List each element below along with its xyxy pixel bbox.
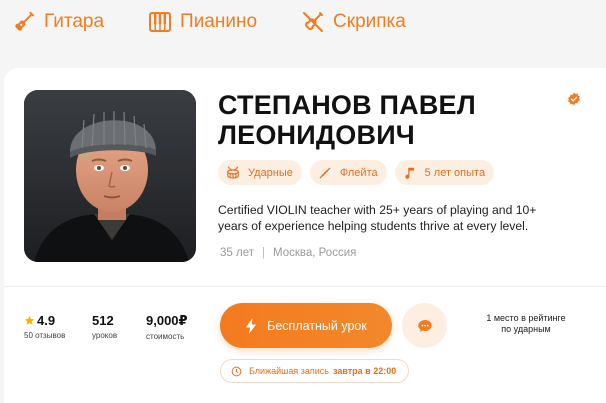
stat-lessons-value: 512 <box>92 313 114 328</box>
teacher-card: СТЕПАНОВ ПАВЕЛ ЛЕОНИДОВИЧ Ударные Флейта… <box>4 68 606 403</box>
meta-separator: | <box>261 247 265 259</box>
tab-piano-label: Пианино <box>180 11 258 32</box>
teacher-tags: Ударные Флейта 5 лет опыта <box>218 160 502 185</box>
free-lesson-button[interactable]: Бесплатный урок <box>220 303 392 348</box>
teacher-meta: 35 лет | Москва, Россия <box>220 247 356 259</box>
chat-bubble-icon <box>417 319 432 332</box>
stat-rating-label[interactable]: 50 отзывов <box>24 331 65 340</box>
tab-piano[interactable]: Пианино <box>148 10 257 34</box>
teacher-age: 35 лет <box>220 247 254 259</box>
star-icon <box>24 315 35 325</box>
guitar-icon <box>12 10 36 34</box>
ranking-info: 1 место в рейтинге по ударным <box>470 313 582 335</box>
teacher-name-line2: ЛЕОНИДОВИЧ <box>218 120 415 150</box>
tab-violin[interactable]: Скрипка <box>301 10 406 34</box>
tag-flute[interactable]: Флейта <box>309 160 387 185</box>
drums-icon <box>226 166 240 180</box>
tag-experience[interactable]: 5 лет опыта <box>394 160 495 185</box>
tag-flute-label: Флейта <box>339 166 378 179</box>
stat-rating-value: 4.9 <box>37 313 56 328</box>
stat-rating: 4.9 50 отзывов <box>24 313 65 340</box>
chat-button[interactable] <box>402 303 447 348</box>
teacher-name: СТЕПАНОВ ПАВЕЛ ЛЕОНИДОВИЧ <box>218 90 548 150</box>
verified-badge-icon <box>567 92 581 106</box>
ranking-line2: по ударным <box>501 324 551 334</box>
instrument-tabs: Гитара Пианино Скрипка <box>12 8 450 36</box>
tab-guitar[interactable]: Гитара <box>12 10 104 34</box>
card-divider <box>4 286 606 287</box>
lightning-icon <box>246 317 257 334</box>
ranking-line1: 1 место в рейтинге <box>486 313 566 323</box>
teacher-name-line1: СТЕПАНОВ ПАВЕЛ <box>218 90 476 120</box>
nearest-booking[interactable]: Ближайшая запись завтра в 22:00 <box>220 359 410 383</box>
tag-drums-label: Ударные <box>248 166 293 179</box>
stat-price-value: 9,000₽ <box>146 313 188 328</box>
nearest-booking-time: завтра в 22:00 <box>332 366 397 376</box>
stat-lessons: 512 уроков <box>92 313 117 340</box>
piano-icon <box>148 10 172 34</box>
free-lesson-label: Бесплатный урок <box>267 318 367 333</box>
stat-price-label: стоимость <box>146 332 185 341</box>
teacher-location: Москва, Россия <box>272 247 357 259</box>
tag-experience-label: 5 лет опыта <box>424 166 486 179</box>
music-note-icon <box>403 166 417 180</box>
nearest-booking-prefix: Ближайшая запись <box>249 366 329 376</box>
violin-icon <box>301 10 325 34</box>
clock-icon <box>231 366 242 376</box>
stat-rating-value-row: 4.9 <box>24 313 65 328</box>
teacher-description: Certified VIOLIN teacher with 25+ years … <box>218 203 537 233</box>
teacher-photo <box>24 90 196 262</box>
tab-violin-label: Скрипка <box>333 11 406 32</box>
tag-drums[interactable]: Ударные <box>218 160 302 185</box>
stat-price: 9,000₽ стоимость <box>146 313 188 341</box>
tab-guitar-label: Гитара <box>44 11 105 32</box>
stat-lessons-label: уроков <box>92 331 118 340</box>
flute-icon <box>318 166 332 180</box>
